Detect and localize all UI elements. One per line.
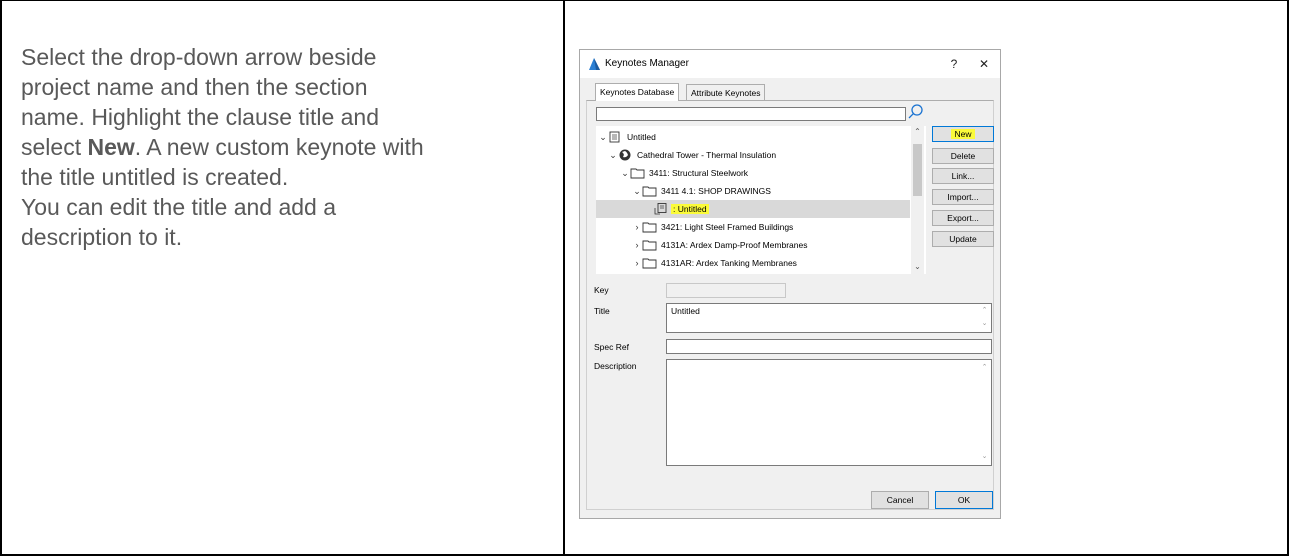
instruction-bold-new: New: [87, 134, 135, 160]
import-button[interactable]: Import...: [932, 189, 994, 205]
chevron-right-icon[interactable]: ›: [632, 222, 642, 232]
keynotes-manager-dialog: Keynotes Manager ? ✕ Keynotes Database A…: [579, 49, 1001, 519]
key-field: [666, 283, 786, 298]
column-divider: [563, 0, 565, 556]
ok-button[interactable]: OK: [935, 491, 993, 509]
tree-item-new-keynote[interactable]: : Untitled: [596, 200, 910, 218]
new-button[interactable]: New: [932, 126, 994, 142]
tree-item-label: 3411: Structural Steelwork: [649, 168, 749, 178]
description-field[interactable]: ⌃ ⌄: [666, 359, 992, 466]
search-input[interactable]: [596, 107, 906, 121]
tree-item-label: : Untitled: [671, 204, 709, 214]
instruction-line: Select the drop-down arrow beside: [21, 44, 377, 70]
folder-icon: [642, 186, 657, 197]
tree-item-clause[interactable]: › 3421: Light Steel Framed Buildings: [632, 218, 926, 236]
tree-item-clause[interactable]: › 4131AR: Ardex Tanking Membranes: [632, 254, 926, 272]
link-button[interactable]: Link...: [932, 168, 994, 184]
scroll-down-icon: ⌄: [981, 453, 988, 460]
chevron-down-icon[interactable]: ⌄: [632, 186, 642, 197]
help-button[interactable]: ?: [942, 55, 966, 73]
tree-item-clause[interactable]: › 4131A: Ardex Damp-Proof Membranes: [632, 236, 926, 254]
tree-item-label: Cathedral Tower - Thermal Insulation: [637, 150, 777, 160]
instruction-line: select New. A new custom keynote with: [21, 132, 541, 162]
chevron-down-icon[interactable]: ⌄: [608, 150, 618, 161]
tree-item-label: 4131A: Ardex Damp-Proof Membranes: [661, 240, 808, 250]
instruction-line: You can edit the title and add a: [21, 194, 337, 220]
dialog-titlebar: Keynotes Manager ? ✕: [580, 50, 1000, 78]
scroll-up-icon: ⌃: [981, 364, 988, 371]
chevron-down-icon[interactable]: ⌄: [620, 168, 630, 179]
tree-item-label: 3411 4.1: SHOP DRAWINGS: [661, 186, 771, 196]
cancel-button[interactable]: Cancel: [871, 491, 929, 509]
scroll-up-icon[interactable]: ⌃: [911, 127, 924, 136]
folder-icon: [630, 168, 645, 179]
folder-icon: [642, 258, 657, 269]
search-icon[interactable]: [907, 103, 925, 121]
instruction-fragment: select: [21, 134, 88, 160]
project-book-icon: [609, 131, 620, 143]
tab-keynotes-database[interactable]: Keynotes Database: [595, 83, 680, 101]
scroll-down-icon[interactable]: ⌄: [911, 262, 924, 271]
globe-icon: [619, 149, 631, 161]
new-button-label: New: [951, 129, 975, 139]
description-label: Description: [594, 361, 637, 371]
instruction-text: Select the drop-down arrow beside projec…: [21, 42, 541, 252]
title-label: Title: [594, 306, 610, 316]
title-field-value: Untitled: [671, 306, 700, 316]
tree-item-project[interactable]: ⌄ Untitled: [598, 128, 912, 146]
dialog-title: Keynotes Manager: [605, 58, 689, 69]
title-field[interactable]: Untitled ⌃ ⌄: [666, 303, 992, 333]
update-button[interactable]: Update: [932, 231, 994, 247]
key-label: Key: [594, 285, 609, 295]
export-button[interactable]: Export...: [932, 210, 994, 226]
chevron-right-icon[interactable]: ›: [632, 240, 642, 250]
keynote-tree[interactable]: ⌄ Untitled ⌄ Cathedral Tower - Thermal I…: [596, 126, 926, 274]
archicad-app-icon: [589, 58, 600, 70]
tree-item-specification[interactable]: ⌄ Cathedral Tower - Thermal Insulation: [608, 146, 922, 164]
keynote-icon: [654, 203, 667, 215]
tree-item-clause[interactable]: ⌄ 3411 4.1: SHOP DRAWINGS: [632, 182, 926, 200]
scroll-up-icon: ⌃: [981, 307, 988, 314]
instruction-line: project name and then the section: [21, 74, 368, 100]
tree-item-section[interactable]: ⌄ 3411: Structural Steelwork: [620, 164, 926, 182]
tree-item-label: 3421: Light Steel Framed Buildings: [661, 222, 794, 232]
tree-item-label: 4131AR: Ardex Tanking Membranes: [661, 258, 797, 268]
scroll-down-icon: ⌄: [981, 320, 988, 327]
instruction-fragment: . A new custom keynote with: [134, 134, 424, 160]
specref-label: Spec Ref: [594, 342, 629, 352]
instruction-line: name. Highlight the clause title and: [21, 104, 379, 130]
folder-icon: [642, 240, 657, 251]
folder-icon: [642, 222, 657, 233]
scroll-thumb[interactable]: [913, 144, 922, 196]
chevron-down-icon[interactable]: ⌄: [598, 132, 608, 143]
tree-item-label: Untitled: [627, 132, 656, 142]
tree-scrollbar[interactable]: ⌃ ⌄: [911, 126, 924, 274]
tab-attribute-keynotes[interactable]: Attribute Keynotes: [686, 84, 766, 101]
close-button[interactable]: ✕: [972, 55, 996, 73]
instruction-line: description to it.: [21, 224, 183, 250]
specref-field[interactable]: [666, 339, 992, 354]
delete-button[interactable]: Delete: [932, 148, 994, 164]
chevron-right-icon[interactable]: ›: [632, 258, 642, 268]
instruction-line: the title untitled is created.: [21, 164, 289, 190]
